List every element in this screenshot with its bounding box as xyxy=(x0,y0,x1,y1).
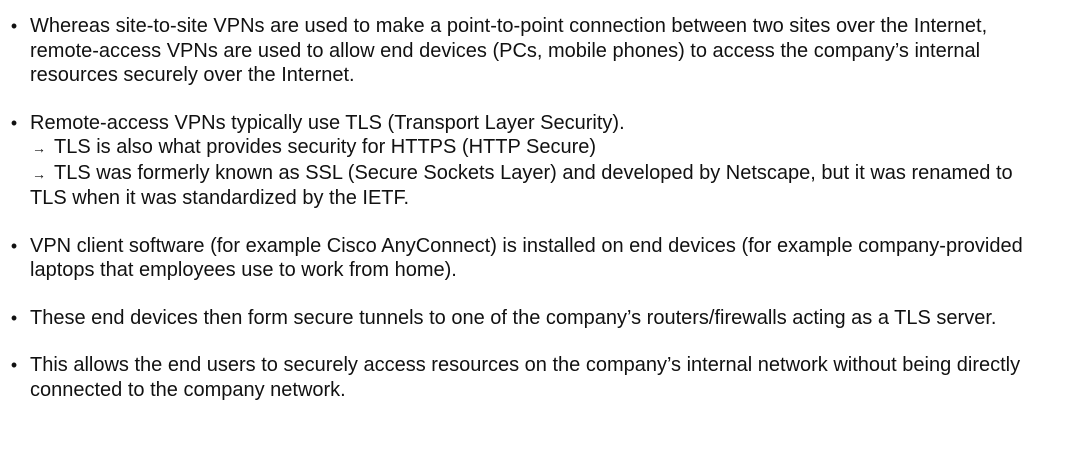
subpoint-text: TLS was formerly known as SSL (Secure So… xyxy=(30,161,1013,210)
subpoint-ssl: → TLS was formerly known as SSL (Secure S… xyxy=(30,161,1045,211)
bullet-text: Whereas site-to-site VPNs are used to ma… xyxy=(30,15,988,86)
bullet-item-secure-access: • This allows the end users to securely … xyxy=(6,353,1045,402)
subpoint-text: TLS is also what provides security for H… xyxy=(54,136,597,158)
subpoint-https: → TLS is also what provides security for … xyxy=(30,135,1045,161)
arrow-right-icon: → xyxy=(32,140,46,156)
arrow-right-icon: → xyxy=(32,165,46,182)
slide-content: • Whereas site-to-site VPNs are used to … xyxy=(0,0,1065,466)
bullet-item-client-software: • VPN client software (for example Cisco… xyxy=(6,234,1045,283)
bullet-text: This allows the end users to securely ac… xyxy=(30,354,1021,401)
bullet-text: VPN client software (for example Cisco A… xyxy=(30,234,1023,282)
bullet-item-tls: • Remote-access VPNs typically use TLS (… xyxy=(6,111,1045,211)
bullet-marker: • xyxy=(10,16,18,36)
bullet-text: Remote-access VPNs typically use TLS (Tr… xyxy=(30,111,625,134)
bullet-marker: • xyxy=(10,235,18,256)
bullet-item-vpn-comparison: • Whereas site-to-site VPNs are used to … xyxy=(6,14,1045,88)
bullet-marker: • xyxy=(10,112,18,133)
bullet-list: • Whereas site-to-site VPNs are used to … xyxy=(6,14,1045,402)
bullet-item-secure-tunnels: • These end devices then form secure tun… xyxy=(6,306,1045,331)
bullet-text: These end devices then form secure tunne… xyxy=(30,306,997,329)
bullet-marker: • xyxy=(10,307,18,328)
bullet-marker: • xyxy=(10,355,18,375)
